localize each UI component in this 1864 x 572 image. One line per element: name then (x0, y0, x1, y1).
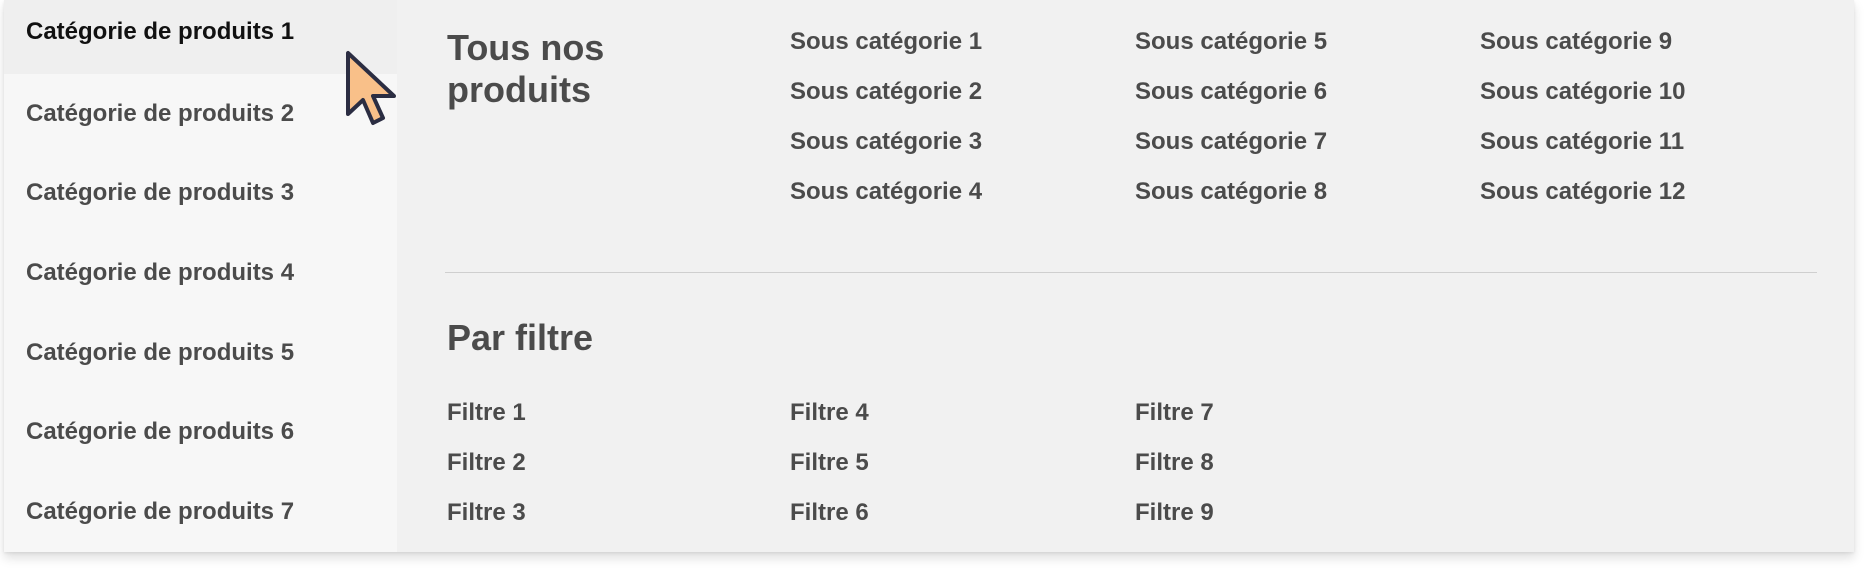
filter-link[interactable]: Filtre 5 (790, 445, 1135, 495)
mouse-pointer-icon (346, 51, 396, 125)
filter-link[interactable]: Filtre 4 (790, 395, 1135, 445)
sidebar-item-category-5[interactable]: Catégorie de produits 5 (4, 313, 397, 393)
filter-link[interactable]: Filtre 8 (1135, 445, 1480, 495)
filter-link[interactable]: Filtre 3 (447, 495, 790, 545)
subcategory-link[interactable]: Sous catégorie 11 (1480, 124, 1825, 174)
sidebar-item-category-1[interactable]: Catégorie de produits 1 (4, 0, 397, 74)
subcategory-link[interactable]: Sous catégorie 3 (790, 124, 1135, 174)
sidebar-item-category-2[interactable]: Catégorie de produits 2 (4, 74, 397, 154)
subcategory-link[interactable]: Sous catégorie 1 (790, 24, 1135, 74)
filter-link[interactable]: Filtre 7 (1135, 395, 1480, 445)
filter-link[interactable]: Filtre 1 (447, 395, 790, 445)
sidebar-item-category-3[interactable]: Catégorie de produits 3 (4, 154, 397, 234)
subcategory-link[interactable]: Sous catégorie 9 (1480, 24, 1825, 74)
subcategory-link[interactable]: Sous catégorie 4 (790, 174, 1135, 224)
sidebar-item-category-6[interactable]: Catégorie de produits 6 (4, 393, 397, 473)
all-products-title[interactable]: Tous nos produits (447, 27, 687, 111)
subcategory-link[interactable]: Sous catégorie 12 (1480, 174, 1825, 224)
filter-link[interactable]: Filtre 2 (447, 445, 790, 495)
sidebar-item-category-4[interactable]: Catégorie de produits 4 (4, 233, 397, 313)
category-sidebar: Catégorie de produits 1 Catégorie de pro… (4, 0, 397, 552)
mega-menu-panel: Catégorie de produits 1 Catégorie de pro… (4, 0, 1854, 552)
filter-link[interactable]: Filtre 6 (790, 495, 1135, 545)
subcategory-list: Sous catégorie 1 Sous catégorie 2 Sous c… (790, 24, 1825, 224)
subcategory-link[interactable]: Sous catégorie 10 (1480, 74, 1825, 124)
sidebar-item-category-7[interactable]: Catégorie de produits 7 (4, 472, 397, 552)
subcategory-link[interactable]: Sous catégorie 6 (1135, 74, 1480, 124)
filter-list: Filtre 1 Filtre 2 Filtre 3 Filtre 4 Filt… (447, 395, 1480, 545)
subcategory-link[interactable]: Sous catégorie 5 (1135, 24, 1480, 74)
subcategory-link[interactable]: Sous catégorie 8 (1135, 174, 1480, 224)
menu-content: Tous nos produits Sous catégorie 1 Sous … (397, 0, 1854, 552)
subcategory-link[interactable]: Sous catégorie 2 (790, 74, 1135, 124)
section-divider (445, 272, 1817, 273)
subcategory-link[interactable]: Sous catégorie 7 (1135, 124, 1480, 174)
by-filter-title: Par filtre (447, 317, 594, 358)
filter-link[interactable]: Filtre 9 (1135, 495, 1480, 545)
